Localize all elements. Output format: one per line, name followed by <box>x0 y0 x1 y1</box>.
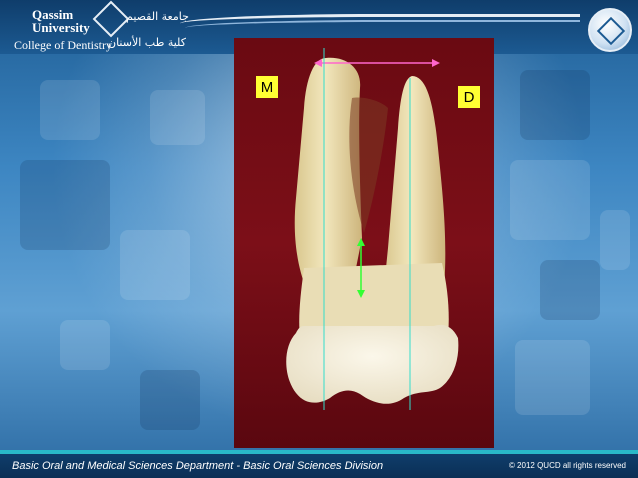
bg-tile <box>60 320 110 370</box>
header-decoration-line <box>185 20 580 36</box>
tooth-photo: M D <box>234 38 494 448</box>
bg-tile <box>540 260 600 320</box>
bg-tile <box>515 340 590 415</box>
university-name-line2: University <box>32 20 90 35</box>
measure-arrow-right <box>432 59 440 67</box>
footer-bar: Basic Oral and Medical Sciences Departme… <box>0 450 638 478</box>
department-name: Basic Oral and Medical Sciences Departme… <box>12 460 384 472</box>
bg-tile <box>140 370 200 430</box>
distal-root <box>384 76 446 288</box>
bg-tile <box>600 210 630 270</box>
bg-tile <box>20 160 110 250</box>
university-logo: Qassim University جامعة القصيم College o… <box>8 0 193 52</box>
bg-tile <box>520 70 590 140</box>
bg-tile <box>40 80 100 140</box>
college-name: College of Dentistry <box>14 38 112 52</box>
college-name-arabic: كلية طب الأسنان <box>108 36 186 49</box>
university-emblem-icon <box>588 8 632 52</box>
bg-tile <box>120 230 190 300</box>
crown <box>286 324 459 404</box>
emblem-diamond <box>596 16 626 46</box>
copyright-notice: © 2012 QUCD all rights reserved <box>508 461 626 470</box>
university-name-arabic: جامعة القصيم <box>126 10 189 23</box>
tooth-illustration <box>286 48 459 410</box>
university-name: Qassim University <box>32 8 90 34</box>
university-logo-icon <box>92 0 130 38</box>
distal-label: D <box>458 86 480 108</box>
mesial-label: M <box>256 76 278 98</box>
bg-tile <box>150 90 205 145</box>
bg-tile <box>510 160 590 240</box>
